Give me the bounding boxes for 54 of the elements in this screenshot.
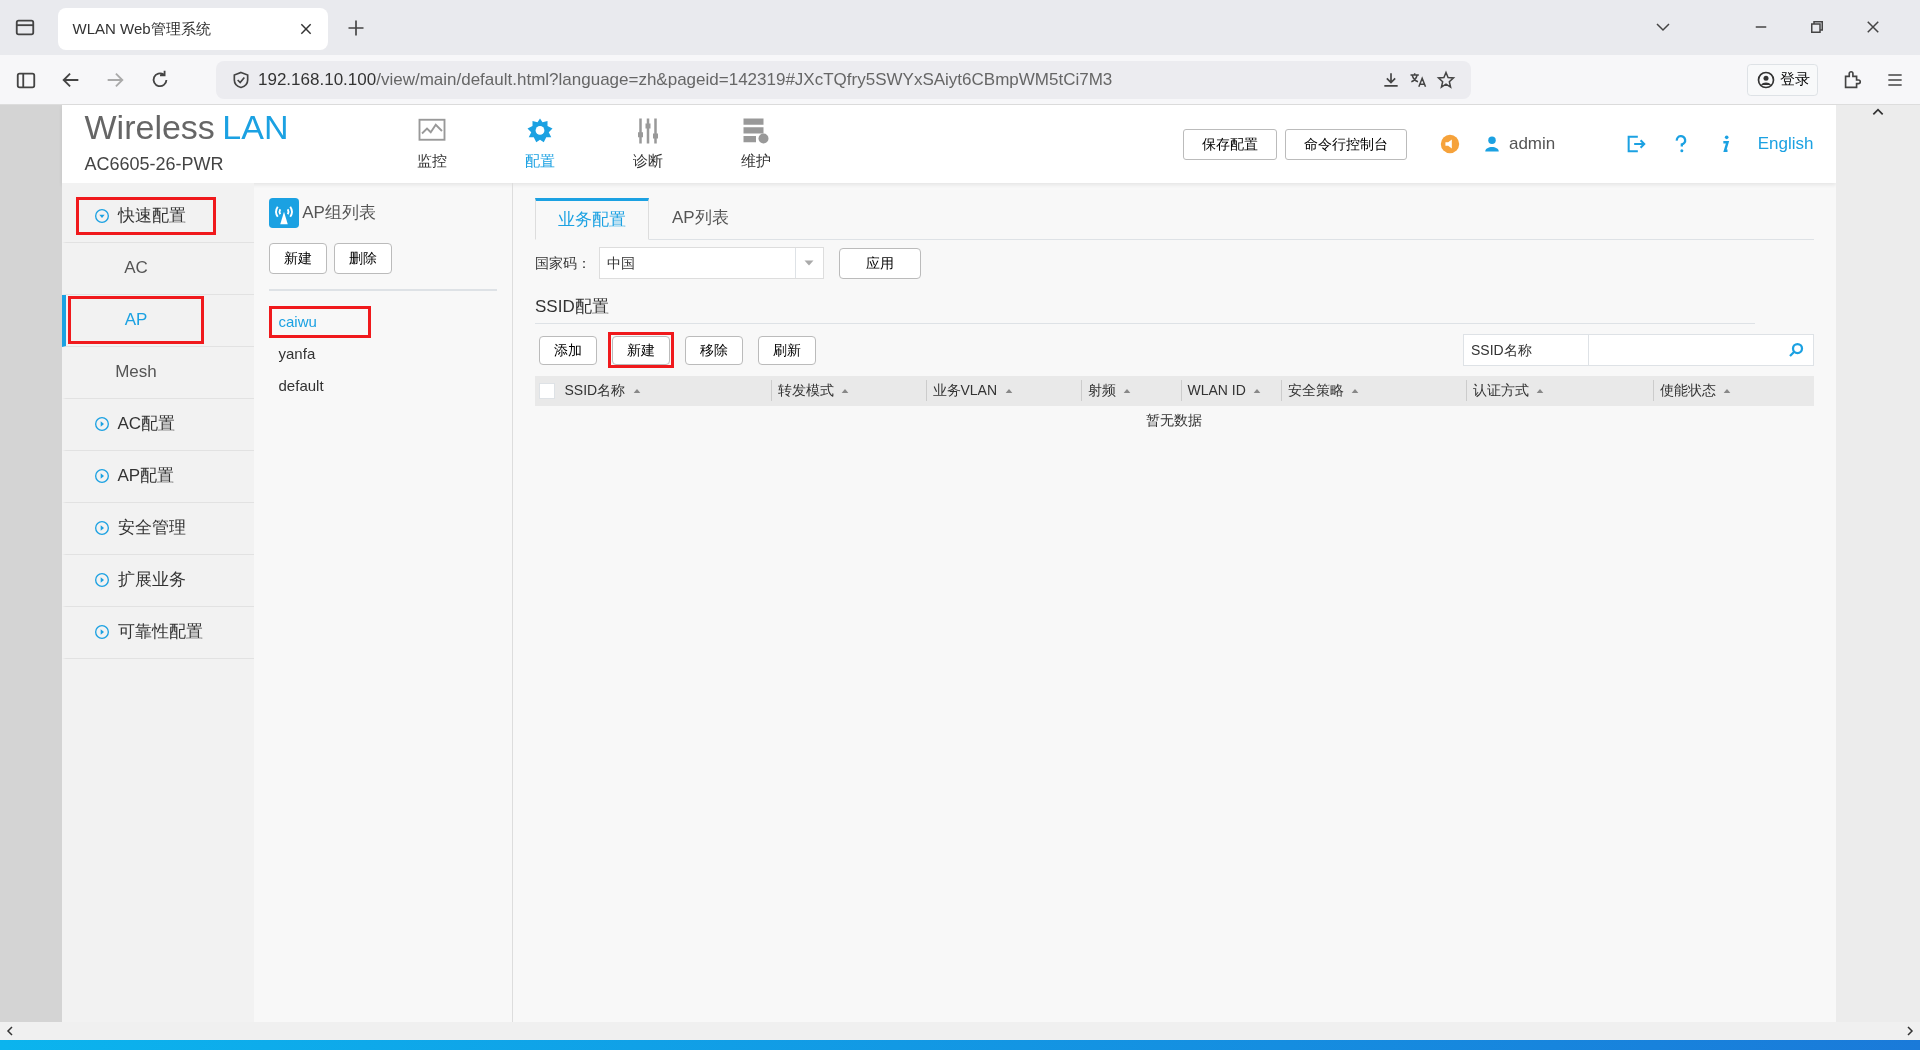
nav-tab[interactable]: 诊断 [594, 115, 703, 173]
menu-section[interactable]: AP配置 [62, 450, 254, 503]
antenna-icon [268, 198, 299, 228]
tab-title: WLAN Web管理系统 [72, 18, 211, 39]
column-header[interactable]: 安全策略 [1281, 380, 1467, 402]
brand-logo: Wireless LAN [84, 109, 289, 144]
menu-section[interactable]: 安全管理 [62, 502, 254, 555]
column-header[interactable]: 使能状态 [1653, 380, 1814, 402]
menu-section[interactable]: 扩展业务 [62, 554, 254, 607]
url-text: 192.168.10.100/view/main/default.html?language=zh&pageid=142319#JXcTQfry5SWYxSAiyt6CBmpWM5tCi7M3 [258, 68, 1114, 91]
address-bar[interactable]: 192.168.10.100/view/main/default.html?language=zh&pageid=142319#JXcTQfry5SWYxSAiyt6CBmpWM5tCi7M3 [215, 60, 1471, 99]
column-header[interactable]: 射频 [1081, 380, 1182, 402]
new-button[interactable]: 新建 [268, 243, 327, 274]
close-icon[interactable] [298, 22, 313, 36]
restore-icon[interactable] [1808, 18, 1826, 36]
group-item[interactable]: yanfa [268, 338, 371, 370]
select-all-checkbox[interactable] [538, 382, 555, 399]
user-name[interactable]: admin [1508, 131, 1556, 157]
login-button[interactable]: 登录 [1747, 63, 1818, 96]
account-icon [1755, 69, 1776, 90]
model-name: AC6605-26-PWR [84, 153, 225, 177]
menu-item[interactable]: Mesh [62, 346, 254, 399]
column-header[interactable]: 转发模式 [771, 380, 927, 402]
save-config-button[interactable]: 保存配置 [1183, 128, 1278, 160]
user-icon [1483, 135, 1502, 153]
nav-tab[interactable]: 维护 [702, 115, 811, 173]
cli-console-button[interactable]: 命令行控制台 [1284, 128, 1407, 160]
search-field[interactable]: SSID名称 [1462, 334, 1814, 366]
delete-button[interactable]: 删除 [334, 243, 393, 274]
toolbar-button[interactable]: 新建 [611, 335, 670, 365]
group-item[interactable]: default [268, 370, 371, 402]
toolbar-button[interactable]: 添加 [538, 335, 597, 365]
menu-section[interactable]: AC配置 [62, 398, 254, 451]
tab[interactable]: AP列表 [649, 198, 752, 239]
apply-button[interactable]: 应用 [838, 247, 921, 279]
menu-item[interactable]: AC [62, 242, 254, 295]
panel-title: AP组列表 [302, 202, 376, 225]
star-icon[interactable] [1435, 69, 1456, 90]
close-icon[interactable] [1864, 18, 1882, 36]
column-header[interactable]: 业务VLAN [926, 380, 1082, 402]
menu-section[interactable]: 快速配置 [62, 190, 254, 243]
column-header[interactable]: 认证方式 [1466, 380, 1654, 402]
country-select[interactable]: 中国 [598, 247, 824, 279]
logout-icon[interactable] [1625, 133, 1648, 155]
empty-message: 暂无数据 [1145, 410, 1204, 430]
section-title: SSID配置 [535, 294, 1755, 325]
browser-tab[interactable]: WLAN Web管理系统 [57, 8, 328, 50]
nav-tab[interactable]: 监控 [378, 115, 487, 173]
field-label: 国家码： [535, 253, 591, 273]
column-header[interactable]: SSID名称 [558, 380, 772, 402]
toolbar-button[interactable]: 刷新 [757, 335, 816, 365]
menu-section[interactable]: 可靠性配置 [62, 606, 254, 659]
toolbar-button[interactable]: 移除 [684, 335, 743, 365]
column-header[interactable]: WLAN ID [1181, 380, 1282, 402]
